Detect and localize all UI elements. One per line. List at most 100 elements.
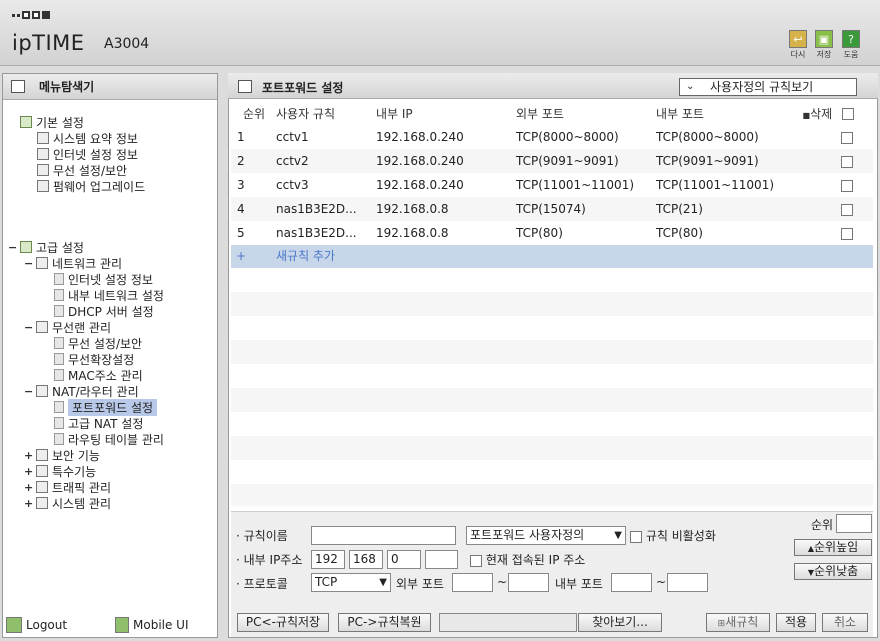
int-port-label: 내부 포트 [555,577,603,591]
row-ip: 192.168.0.240 [376,149,516,173]
row-order: 3 [237,178,245,192]
system-icon [36,497,48,509]
protocol-select[interactable]: TCP ▼ [311,573,391,592]
tree-wireless-mgmt[interactable]: − 무선랜 관리 [24,319,111,335]
mobile-ui-link[interactable]: Mobile UI [115,617,189,633]
row-delete-checkbox[interactable] [841,227,853,240]
tree-mac-mgmt[interactable]: MAC주소 관리 [54,367,143,383]
tree-wireless-security[interactable]: 무선 설정/보안 [54,335,142,351]
table-row[interactable]: 1 cctv1 192.168.0.240 TCP(8000~8000) TCP… [231,125,873,149]
tree-port-forward[interactable]: 포트포워드 설정 [54,398,158,416]
help-button[interactable]: ? 도움 [840,30,862,60]
explorer-icon [11,80,25,93]
expand-icon[interactable]: + [24,497,33,510]
row-delete-checkbox[interactable] [841,179,853,192]
row-int-port: TCP(9091~9091) [656,149,796,173]
brand-dots-logo [12,11,50,19]
rule-view-select[interactable]: ⌄ 사용자정의 규칙보기 [679,78,857,96]
collapse-icon[interactable]: − [8,241,17,254]
ip-octet-1[interactable]: 192 [311,550,345,569]
help-icon: ? [842,30,860,48]
tree-security[interactable]: + 보안 기능 [24,447,100,463]
row-delete-checkbox[interactable] [841,203,853,216]
order-up-button[interactable]: ▲순위높임 [794,539,872,556]
tree-dhcp-server[interactable]: DHCP 서버 설정 [54,303,154,319]
tree-system-mgmt[interactable]: + 시스템 관리 [24,495,111,511]
table-row[interactable]: 5 nas1B3E2D... 192.168.0.8 TCP(80) TCP(8… [231,221,873,245]
pc-save-button[interactable]: PC<-규칙저장 [237,613,329,632]
tree-firmware-upgrade[interactable]: 펌웨어 업그레이드 [37,178,145,194]
delete-all-checkbox[interactable] [842,108,854,120]
apply-button[interactable]: 적용 [776,613,816,632]
logout-link[interactable]: Logout [6,617,67,633]
table-row[interactable]: 4 nas1B3E2D... 192.168.0.8 TCP(15074) TC… [231,197,873,221]
folder-icon [20,241,32,253]
expand-icon[interactable]: + [24,449,33,462]
row-rule: cctv1 [276,130,309,144]
col-int-port: 내부 포트 [656,106,704,121]
tree-special[interactable]: + 특수기능 [24,463,96,479]
ext-port-tilde: ~ [497,575,508,589]
expand-icon[interactable]: + [24,465,33,478]
int-port-start[interactable] [611,573,652,592]
collapse-icon[interactable]: − [24,257,33,270]
disable-rule-checkbox[interactable] [630,530,642,543]
tree-advanced-settings[interactable]: − 고급 설정 [8,239,84,255]
document-icon [54,417,64,429]
menu-explorer-title: 메뉴탐색기 [3,74,217,100]
tree-basic-settings[interactable]: 기본 설정 [20,114,84,130]
tree-wireless-extend[interactable]: 무선확장설정 [54,351,134,367]
row-delete-checkbox[interactable] [841,131,853,144]
order-down-button[interactable]: ▼순위낮춤 [794,563,872,580]
rule-name-input[interactable] [311,526,456,545]
undo-button[interactable]: ↩ 다시 [787,30,809,60]
collapse-icon[interactable]: − [24,321,33,334]
disable-rule-option[interactable]: 규칙 비활성화 [630,527,716,544]
ext-port-start[interactable] [452,573,493,592]
rule-type-select[interactable]: 포트포워드 사용자정의 ▼ [466,526,626,545]
undo-icon: ↩ [789,30,807,48]
plus-icon: + [236,249,247,263]
ip-octet-3[interactable]: 0 [387,550,421,569]
row-int-port: TCP(11001~11001) [656,178,775,192]
save-button[interactable]: ▣ 저장 [813,30,835,60]
row-int-port: TCP(21) [656,197,796,221]
tree-internet-info-basic[interactable]: 인터넷 설정 정보 [37,146,138,162]
tree-routing-table[interactable]: 라우팅 테이블 관리 [54,431,164,447]
mobile-icon [115,617,129,633]
pc-restore-button[interactable]: PC->규칙복원 [338,613,431,632]
row-int-port: TCP(8000~8000) [656,130,759,144]
add-rule-row[interactable]: + 새규칙 추가 [231,245,873,268]
tree-system-summary[interactable]: 시스템 요약 정보 [37,130,138,146]
tree-nat-router[interactable]: − NAT/라우터 관리 [24,383,139,399]
tree-traffic[interactable]: + 트래픽 관리 [24,479,111,495]
order-input[interactable] [836,514,872,533]
tree-lan-settings[interactable]: 내부 네트워크 설정 [54,287,164,303]
cancel-button[interactable]: 취소 [822,613,868,632]
tree-internet-info[interactable]: 인터넷 설정 정보 [54,271,153,287]
tree-advanced-nat[interactable]: 고급 NAT 설정 [54,415,143,431]
file-path-field[interactable] [439,613,577,632]
table-row[interactable]: 3 cctv3 192.168.0.240 TCP(11001~11001) T… [231,173,873,197]
ext-port-end[interactable] [508,573,549,592]
row-order: 4 [231,197,276,221]
ip-octet-4[interactable] [425,550,458,569]
firmware-icon [37,180,49,192]
int-port-end[interactable] [667,573,708,592]
current-ip-option[interactable]: 현재 접속된 IP 주소 [470,551,585,568]
tree-network-mgmt[interactable]: − 네트워크 관리 [24,255,122,271]
row-delete-checkbox[interactable] [841,155,853,168]
ip-octet-2[interactable]: 168 [349,550,383,569]
current-ip-checkbox[interactable] [470,554,482,567]
browse-button[interactable]: 찾아보기... [578,613,662,632]
document-icon [54,369,64,381]
document-icon [54,401,64,413]
new-rule-button[interactable]: ⊞새규칙 [706,613,770,632]
empty-row [231,340,873,364]
row-ext-port: TCP(11001~11001) [516,178,635,192]
expand-icon[interactable]: + [24,481,33,494]
table-row[interactable]: 2 cctv2 192.168.0.240 TCP(9091~9091) TCP… [231,149,873,173]
collapse-icon[interactable]: − [24,385,33,398]
tree-wireless-basic[interactable]: 무선 설정/보안 [37,162,127,178]
row-ext-port: TCP(15074) [516,197,656,221]
